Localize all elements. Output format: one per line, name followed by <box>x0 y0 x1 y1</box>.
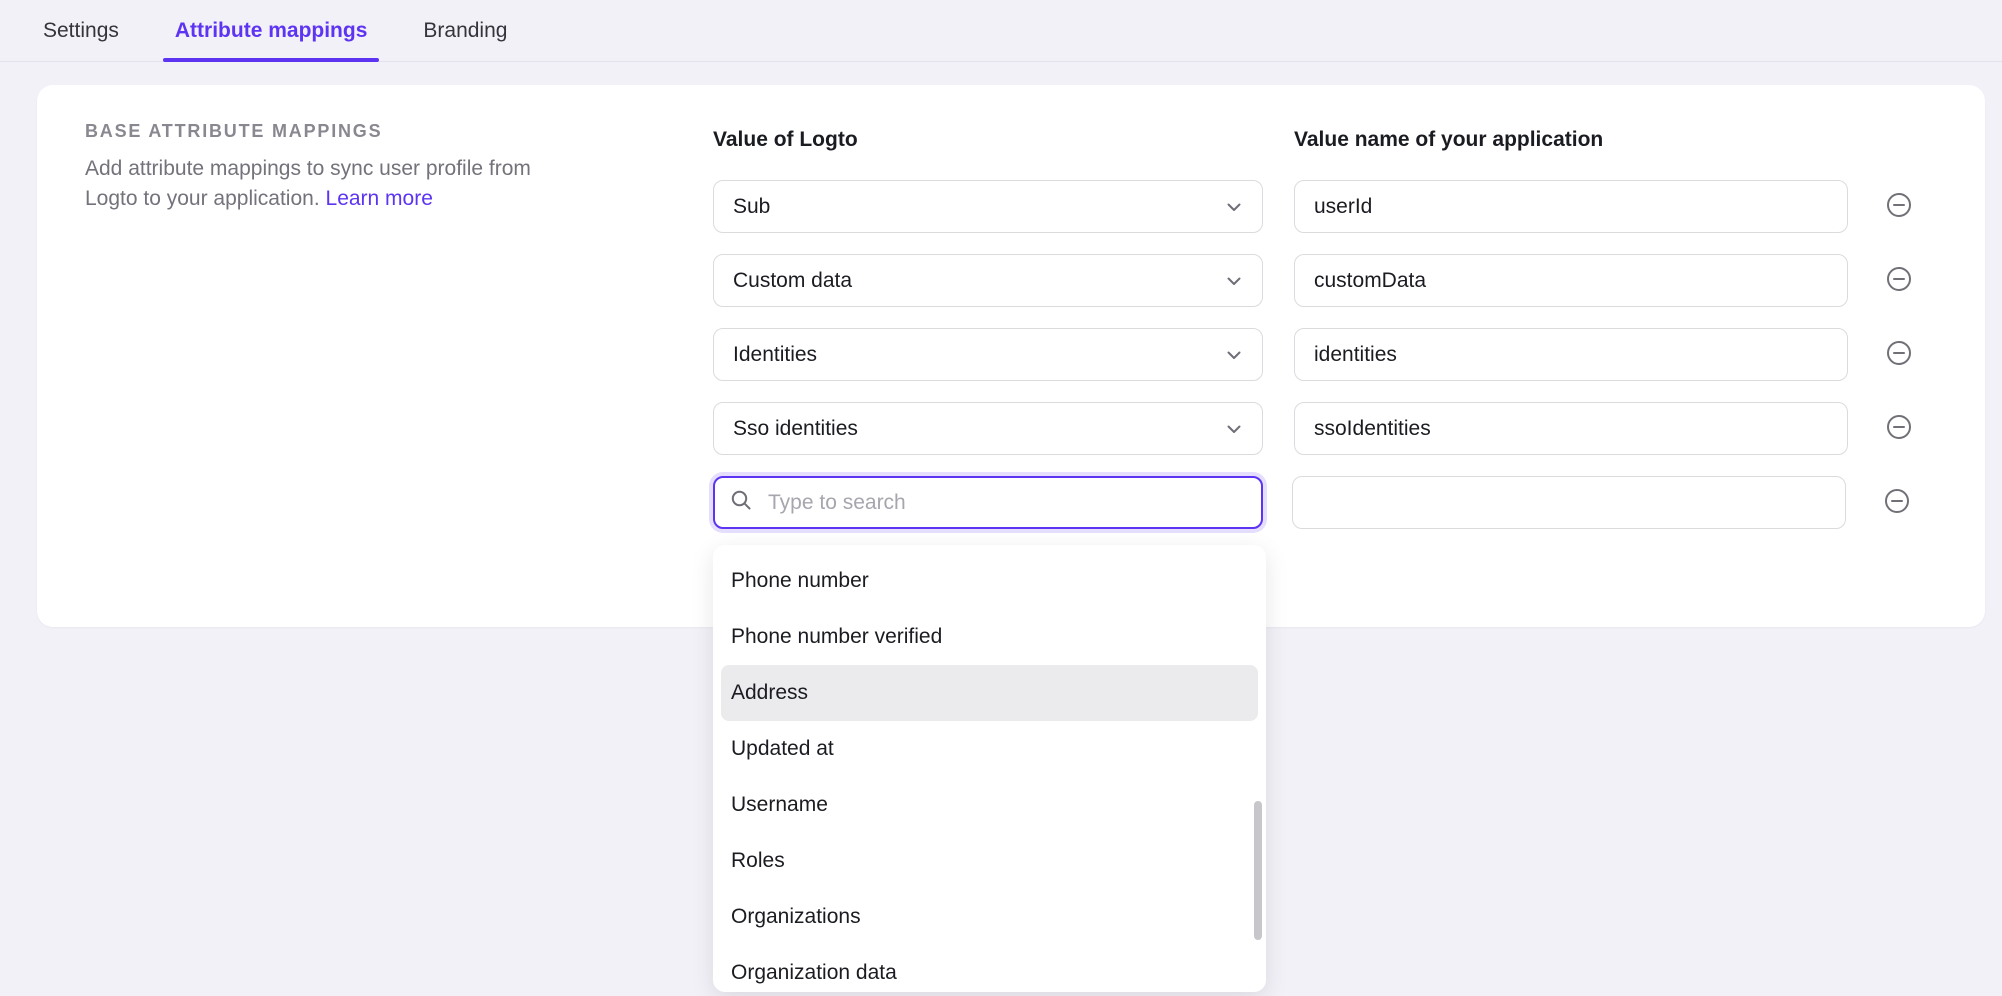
dropdown-option[interactable]: Updated at <box>721 721 1258 777</box>
logto-value-select-label: Custom data <box>733 269 852 293</box>
chevron-down-icon <box>1224 419 1244 439</box>
learn-more-link[interactable]: Learn more <box>326 187 433 210</box>
search-icon <box>730 489 753 517</box>
mapping-row-new <box>713 476 1912 529</box>
chevron-down-icon <box>1224 197 1244 217</box>
tab-attribute-mappings[interactable]: Attribute mappings <box>163 0 380 61</box>
logto-value-select[interactable]: Sso identities <box>713 402 1263 455</box>
app-value-input[interactable] <box>1294 254 1848 307</box>
column-header-logto-value: Value of Logto <box>713 128 858 152</box>
mapping-row: Sso identities <box>713 402 1912 455</box>
logto-value-select[interactable]: Custom data <box>713 254 1263 307</box>
section-description: Add attribute mappings to sync user prof… <box>85 154 563 214</box>
dropdown-option[interactable]: Username <box>721 777 1258 833</box>
mapping-rows: Sub Custom data <box>713 180 1912 529</box>
minus-circle-icon <box>1886 340 1912 369</box>
dropdown-option[interactable]: Address <box>721 665 1258 721</box>
column-header-app-value: Value name of your application <box>1294 128 1603 152</box>
dropdown-option[interactable]: Phone number <box>721 553 1258 609</box>
dropdown-option[interactable]: Organization data <box>721 945 1258 992</box>
minus-circle-icon <box>1886 192 1912 221</box>
logto-value-select-label: Identities <box>733 343 817 367</box>
mapping-row: Sub <box>713 180 1912 233</box>
dropdown-option[interactable]: Roles <box>721 833 1258 889</box>
logto-value-select-label: Sub <box>733 195 770 219</box>
minus-circle-icon <box>1886 266 1912 295</box>
tab-branding[interactable]: Branding <box>411 0 519 61</box>
section-intro: BASE ATTRIBUTE MAPPINGS Add attribute ma… <box>85 121 565 214</box>
search-input[interactable] <box>766 490 1261 516</box>
section-title: BASE ATTRIBUTE MAPPINGS <box>85 121 565 142</box>
tab-settings[interactable]: Settings <box>31 0 131 61</box>
logto-value-select[interactable]: Identities <box>713 328 1263 381</box>
remove-mapping-button[interactable] <box>1884 490 1910 516</box>
remove-mapping-button[interactable] <box>1886 268 1912 294</box>
dropdown-option[interactable]: Organizations <box>721 889 1258 945</box>
app-value-input[interactable] <box>1294 402 1848 455</box>
logto-value-search-box[interactable] <box>713 476 1263 529</box>
remove-mapping-button[interactable] <box>1886 416 1912 442</box>
app-value-input[interactable] <box>1294 180 1848 233</box>
chevron-down-icon <box>1224 345 1244 365</box>
tab-bar: Settings Attribute mappings Branding <box>0 0 2002 62</box>
app-value-input[interactable] <box>1292 476 1846 529</box>
attribute-mappings-page: Settings Attribute mappings Branding BAS… <box>0 0 2002 996</box>
dropdown-scrollbar-thumb[interactable] <box>1254 801 1262 940</box>
chevron-down-icon <box>1224 271 1244 291</box>
attribute-dropdown-listbox: Phone number Phone number verified Addre… <box>713 545 1266 992</box>
logto-value-select[interactable]: Sub <box>713 180 1263 233</box>
mapping-row: Custom data <box>713 254 1912 307</box>
logto-value-select-label: Sso identities <box>733 417 858 441</box>
dropdown-option[interactable]: Phone number verified <box>721 609 1258 665</box>
remove-mapping-button[interactable] <box>1886 342 1912 368</box>
remove-mapping-button[interactable] <box>1886 194 1912 220</box>
app-value-input[interactable] <box>1294 328 1848 381</box>
minus-circle-icon <box>1884 488 1910 517</box>
mapping-row: Identities <box>713 328 1912 381</box>
minus-circle-icon <box>1886 414 1912 443</box>
description-text: Add attribute mappings to sync user prof… <box>85 157 531 210</box>
